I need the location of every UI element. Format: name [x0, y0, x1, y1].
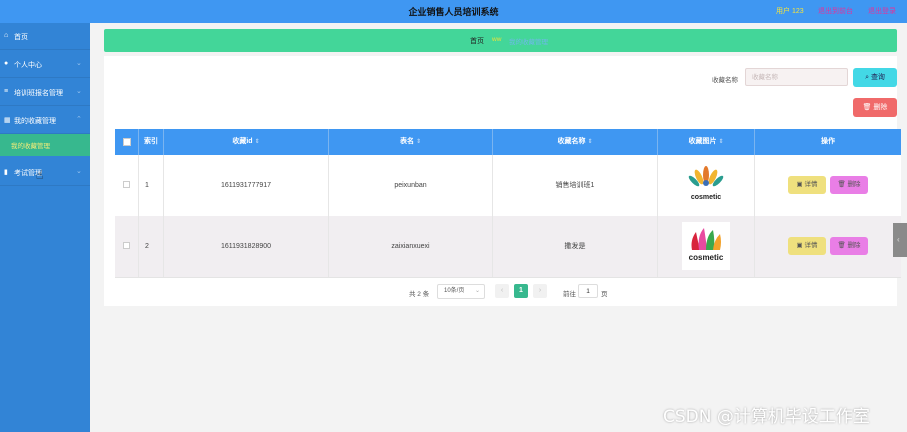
sort-icon[interactable]: ⇕ — [718, 139, 723, 145]
select-all-checkbox[interactable] — [123, 138, 131, 146]
cosmetic-logo-image: cosmetic — [682, 222, 730, 270]
sidebar: ⌂ 首页 ● 个人中心 ⌄ ≡ 培训班报名管理 ⌄ ▦ 我的收藏管理 ⌃ 我的收… — [0, 23, 90, 432]
sidebar-item-favorites[interactable]: ▦ 我的收藏管理 ⌃ — [0, 107, 90, 134]
row-index: 2 — [139, 216, 164, 277]
home-icon: ⌂ — [4, 32, 9, 39]
sort-icon[interactable]: ⇕ — [587, 139, 592, 145]
peacock-logo-mark — [688, 166, 724, 187]
row-id: 1611931828900 — [164, 216, 329, 277]
column-header-id[interactable]: 收藏id ⇕ — [164, 129, 329, 155]
grid-icon: ▦ — [4, 117, 11, 124]
sidebar-item-profile[interactable]: ● 个人中心 ⌄ — [0, 51, 90, 78]
row-actions-cell: ▣ 详情 🗑 删除 — [755, 155, 901, 216]
row-checkbox[interactable] — [123, 242, 130, 249]
column-header-name[interactable]: 收藏名称 ⇕ — [493, 129, 658, 155]
menu-icon: ≡ — [4, 88, 9, 95]
breadcrumb-home[interactable]: 首页 — [470, 36, 484, 46]
chevron-left-icon: ‹ — [897, 235, 900, 244]
header-checkbox-cell — [115, 129, 139, 155]
page-number-current[interactable]: 1 — [514, 284, 528, 298]
breadcrumb-current-detail: 我的收藏管理 — [509, 39, 548, 46]
breadcrumb: 首页 ww 我的收藏管理 — [104, 29, 897, 52]
sidebar-item-label: 培训班报名管理 — [14, 90, 63, 97]
sidebar-item-label: 个人中心 — [14, 62, 42, 69]
search-label: 收藏名称 — [712, 77, 738, 84]
row-divider — [115, 277, 901, 278]
sidebar-item-label: 我的收藏管理 — [14, 118, 56, 125]
row-id: 1611931777917 — [164, 155, 329, 216]
column-header-table[interactable]: 表名 ⇕ — [329, 129, 493, 155]
row-checkbox-cell — [115, 216, 139, 277]
sidebar-item-label: 首页 — [14, 34, 28, 41]
column-header-actions: 操作 — [821, 138, 835, 145]
breadcrumb-current: ww — [492, 36, 502, 43]
delete-button[interactable]: 🗑 删除 — [830, 176, 868, 194]
row-table-name: zaixianxuexi — [329, 216, 493, 277]
table-header: 索引 收藏id ⇕ 表名 ⇕ 收藏名称 ⇕ 收藏图片 ⇕ 操作 — [115, 129, 901, 155]
detail-button[interactable]: ▣ 详情 — [788, 237, 826, 255]
chevron-down-icon: ⌄ — [76, 168, 82, 175]
bulk-delete-label: 删除 — [873, 104, 888, 111]
column-header-index: 索引 — [139, 129, 164, 155]
detail-icon: ▣ — [796, 242, 803, 249]
page-size-select[interactable]: 10条/页 ⌄ — [437, 284, 485, 299]
cosmetic-logo-image: cosmetic — [682, 161, 730, 209]
sidebar-item-exam[interactable]: ▮ 考试管理 ⌄ — [0, 159, 90, 186]
column-header-image[interactable]: 收藏图片 ⇕ — [658, 129, 755, 155]
logout-link[interactable]: 退出登录 — [868, 6, 896, 16]
detail-button[interactable]: ▣ 详情 — [788, 176, 826, 194]
app-title: 企业销售人员培训系统 — [408, 7, 499, 17]
user-label: 用户 123 — [776, 8, 804, 15]
sidebar-subitem-label: 我的收藏管理 — [11, 143, 50, 150]
chevron-up-icon: ⌃ — [76, 116, 82, 123]
delete-button[interactable]: 🗑 删除 — [830, 237, 868, 255]
chevron-down-icon: ⌄ — [76, 88, 82, 95]
sidebar-item-training-signup[interactable]: ≡ 培训班报名管理 ⌄ — [0, 79, 90, 106]
logo-text: cosmetic — [689, 253, 724, 262]
sidebar-subitem-my-favorites[interactable]: 我的收藏管理 — [0, 134, 90, 156]
bulk-delete-button[interactable]: 🗑 删除 — [853, 98, 897, 117]
user-icon: ● — [4, 60, 9, 67]
back-to-frontend-link[interactable]: 退出到前台 — [818, 6, 853, 16]
row-checkbox[interactable] — [123, 181, 130, 188]
row-index: 1 — [139, 155, 164, 216]
query-button[interactable]: ⌕ 查询 — [853, 68, 897, 87]
flame-logo-mark — [691, 228, 721, 250]
prev-page-button[interactable]: ‹ — [495, 284, 509, 298]
row-checkbox-cell — [115, 155, 139, 216]
chevron-left-icon: ‹ — [500, 287, 504, 294]
row-favorite-name: 撒发是 — [493, 216, 658, 277]
pagination-total: 共 2 条 — [409, 291, 430, 298]
row-favorite-name: 销售培训班1 — [493, 155, 658, 216]
sort-icon[interactable]: ⇕ — [255, 139, 260, 145]
query-button-label: 查询 — [870, 74, 885, 81]
search-icon: ⌕ — [865, 74, 869, 81]
chevron-right-icon: › — [538, 287, 542, 294]
trash-icon: 🗑 — [862, 104, 872, 111]
logo-text: cosmetic — [691, 194, 721, 201]
detail-icon: ▣ — [796, 181, 803, 188]
hand-cursor-icon: ☝ — [36, 168, 44, 182]
trash-icon: 🗑 — [837, 181, 846, 188]
search-input[interactable] — [745, 68, 848, 86]
trash-icon: 🗑 — [837, 242, 846, 249]
sort-icon[interactable]: ⇕ — [416, 139, 421, 145]
chart-icon: ▮ — [4, 169, 8, 176]
chevron-down-icon: ⌄ — [76, 60, 82, 67]
goto-page-input[interactable] — [578, 284, 598, 298]
page-label: 页 — [601, 291, 608, 298]
watermark-text: CSDN @计算机毕设工作室 — [663, 407, 870, 427]
row-image-cell: cosmetic — [658, 155, 755, 216]
sidebar-item-home[interactable]: ⌂ 首页 — [0, 23, 90, 50]
table-row: 1 1611931777917 peixunban 销售培训班1 cosmeti… — [115, 155, 901, 216]
next-page-button[interactable]: › — [533, 284, 547, 298]
side-float-tab[interactable]: ‹ — [893, 223, 907, 257]
top-header: 企业销售人员培训系统 用户 123 退出到前台 退出登录 — [0, 0, 907, 23]
row-image-cell: cosmetic — [658, 216, 755, 277]
goto-label: 前往 — [563, 291, 576, 298]
table-row: 2 1611931828900 zaixianxuexi 撒发是 cosmeti… — [115, 216, 901, 277]
chevron-down-icon: ⌄ — [474, 288, 480, 294]
row-table-name: peixunban — [329, 155, 493, 216]
row-actions-cell: ▣ 详情 🗑 删除 — [755, 216, 901, 277]
